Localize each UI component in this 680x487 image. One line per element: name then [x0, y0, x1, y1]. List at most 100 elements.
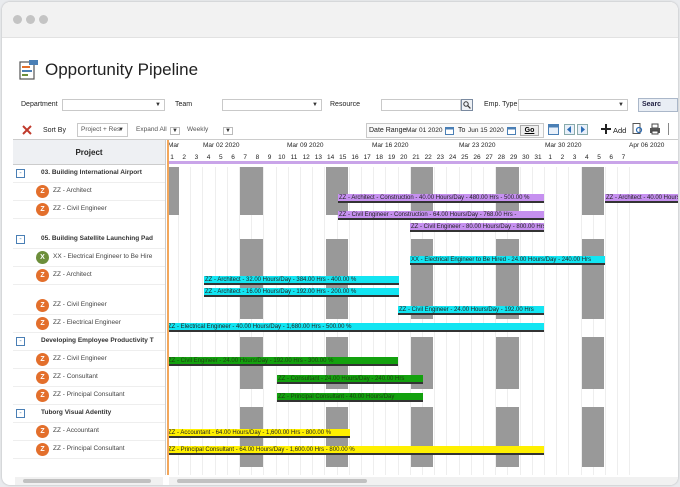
allocation-bar[interactable]: ZZ - Civil Engineer - 24.00 Hours/Day - …	[398, 306, 544, 315]
resource-row[interactable]: Z ZZ - Principal Consultant	[13, 441, 165, 459]
allocation-bar[interactable]: ZZ - Principal Consultant - 40.00 Hours/…	[277, 393, 423, 402]
resource-name: XX - Electrical Engineer to Be Hire	[53, 253, 153, 260]
resource-row[interactable]: Z ZZ - Architect	[13, 183, 165, 201]
expand-select[interactable]: Expand All ▼	[132, 123, 180, 137]
month-label: Mar 23 2020	[459, 142, 496, 149]
day-label: 9	[267, 154, 272, 161]
allocation-bar[interactable]: ZZ - Civil Engineer - 80.00 Hours/Day - …	[410, 223, 544, 232]
project-list: -03. Building International Airport Z ZZ -…	[13, 165, 166, 475]
resource-name: ZZ - Consultant	[53, 373, 98, 380]
day-gridline	[556, 167, 558, 475]
resource-name: ZZ - Civil Engineer	[53, 301, 107, 308]
non-working-day-block	[496, 407, 519, 467]
non-working-day-block	[581, 337, 605, 389]
allocation-bar[interactable]: ZZ - Architect - 32.00 Hours/Day - 384.0…	[204, 276, 399, 285]
avatar: Z	[36, 185, 49, 198]
resource-row[interactable]: Z ZZ - Accountant	[13, 423, 165, 441]
emp-type-label: Emp. Type	[484, 101, 518, 108]
resource-input[interactable]	[381, 99, 461, 111]
resource-row[interactable]: Z ZZ - Architect	[13, 267, 165, 285]
resource-row[interactable]: Z ZZ - Civil Engineer	[13, 201, 165, 219]
avatar: Z	[36, 425, 49, 438]
project-group-row[interactable]: - Developing Employee Productivity T	[13, 333, 165, 351]
next-arrow-icon[interactable]	[577, 124, 588, 135]
allocation-bar[interactable]: XX - Electrical Engineer to Be Hired - 2…	[410, 256, 605, 265]
search-icon[interactable]	[461, 99, 473, 111]
allocation-bar[interactable]: ZZ - Architect - Construction - 40.00 Ho…	[338, 194, 544, 203]
project-group-title: Tuborg Visual Adentity	[41, 409, 112, 416]
scrollbar-thumb[interactable]	[177, 479, 367, 483]
go-button[interactable]: Go	[520, 125, 539, 136]
prev-arrow-icon[interactable]	[564, 124, 575, 135]
day-label: 8	[255, 154, 260, 161]
day-label: 27	[485, 154, 493, 161]
window-dot-icon[interactable]	[39, 15, 48, 24]
resource-row[interactable]: Z ZZ - Civil Engineer	[13, 351, 165, 369]
print-icon[interactable]	[649, 123, 661, 135]
project-group-title: 05. Building Satellite Launching Pad	[41, 235, 153, 242]
day-label: 12	[302, 154, 310, 161]
project-group-row[interactable]: - 05. Building Satellite Launching Pad	[13, 231, 165, 249]
avatar: X	[36, 251, 49, 264]
allocation-bar[interactable]: ZZ - Electrical Engineer - 40.00 Hours/D…	[167, 323, 544, 332]
date-from-input[interactable]: Mar 01 2020	[406, 127, 443, 134]
allocation-bar[interactable]: ZZ - Civil Engineer - 24.00 Hours/Day - …	[167, 357, 398, 366]
day-label: 4	[206, 154, 211, 161]
project-group-row[interactable]: - 03. Building International Airport	[13, 165, 165, 183]
emp-type-select[interactable]: ▼	[518, 99, 628, 111]
allocation-bar[interactable]: ZZ - Consultant - 24.00 Hours/Day - 240.…	[277, 375, 423, 384]
resource-name: ZZ - Electrical Engineer	[53, 319, 121, 326]
document-search-icon[interactable]	[632, 123, 643, 135]
period-select[interactable]: Weekly ▼	[183, 123, 233, 137]
month-label: Mar 02 2020	[203, 142, 240, 149]
day-label: 23	[436, 154, 444, 161]
day-label: 5	[597, 154, 601, 161]
clear-filter-icon[interactable]	[22, 125, 32, 135]
collapse-toggle-icon[interactable]: -	[16, 337, 25, 346]
calendar-icon[interactable]	[507, 126, 516, 135]
department-select[interactable]: ▼	[62, 99, 165, 111]
collapse-toggle-icon[interactable]: -	[16, 169, 25, 178]
date-to-input[interactable]: Jun 15 2020	[468, 127, 504, 134]
resource-row[interactable]: Z ZZ - Consultant	[13, 369, 165, 387]
day-label: 3	[194, 154, 199, 161]
resource-row[interactable]: Z ZZ - Civil Engineer	[13, 297, 165, 315]
day-gridline	[629, 167, 631, 475]
window-dot-icon[interactable]	[13, 15, 22, 24]
resource-name: ZZ - Accountant	[53, 427, 99, 434]
add-button[interactable]: Add	[613, 126, 626, 135]
day-label: 13	[314, 154, 322, 161]
avatar: Z	[36, 317, 49, 330]
department-label: Department	[21, 101, 58, 108]
timeline-horizontal-scrollbar[interactable]	[169, 477, 678, 485]
allocation-bar[interactable]: ZZ - Accountant - 64.00 Hours/Day - 1,60…	[167, 429, 350, 438]
non-working-day-block	[581, 167, 605, 215]
team-select[interactable]: ▼	[222, 99, 322, 111]
allocation-bar[interactable]: ZZ - Architect - 16.00 Hours/Day - 192.0…	[204, 288, 399, 297]
resource-row[interactable]: Z ZZ - Electrical Engineer	[13, 315, 165, 333]
allocation-bar[interactable]: ZZ - Principal Consultant - 64.00 Hours/…	[167, 446, 544, 455]
month-label: Mar 16 2020	[372, 142, 409, 149]
window-titlebar	[2, 2, 678, 38]
search-button[interactable]: Searc	[638, 98, 678, 112]
calendar-icon[interactable]	[445, 126, 454, 135]
collapse-toggle-icon[interactable]: -	[16, 235, 25, 244]
scrollbar-thumb[interactable]	[23, 479, 151, 483]
resource-row[interactable]: X XX - Electrical Engineer to Be Hire	[13, 249, 165, 267]
window-dot-icon[interactable]	[26, 15, 35, 24]
calendar-view-icon[interactable]	[548, 124, 559, 135]
project-group-row[interactable]: - Tuborg Visual Adentity	[13, 405, 165, 423]
allocation-bar[interactable]: ZZ - Architect - 40.00 Hours/Day - 480.0…	[605, 194, 678, 203]
sort-by-label: Sort By	[43, 127, 66, 134]
allocation-bar[interactable]: ZZ - Civil Engineer - Construction - 64.…	[338, 211, 544, 220]
day-label: 26	[473, 154, 481, 161]
day-label: 25	[461, 154, 469, 161]
more-icon[interactable]	[668, 123, 678, 135]
plus-icon[interactable]	[601, 124, 611, 134]
collapse-toggle-icon[interactable]: -	[16, 409, 25, 418]
sort-select[interactable]: Project + Res ▼	[77, 123, 128, 137]
left-horizontal-scrollbar[interactable]	[15, 477, 163, 485]
resource-row[interactable]: Z ZZ - Principal Consultant	[13, 387, 165, 405]
resource-name: ZZ - Principal Consultant	[53, 391, 125, 398]
sort-select-value: Project + Res	[81, 126, 121, 133]
